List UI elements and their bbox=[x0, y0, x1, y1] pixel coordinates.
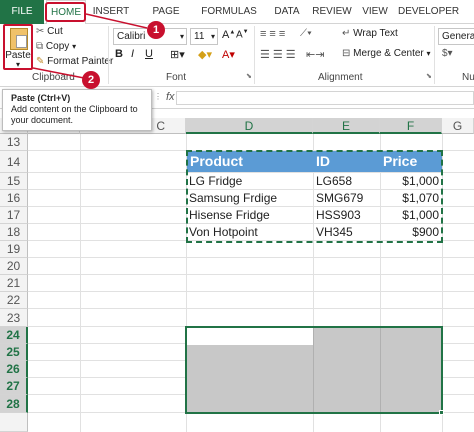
callout-2: 2 bbox=[82, 71, 100, 89]
callout-1: 1 bbox=[147, 21, 165, 39]
callout-arrows bbox=[32, 13, 148, 79]
